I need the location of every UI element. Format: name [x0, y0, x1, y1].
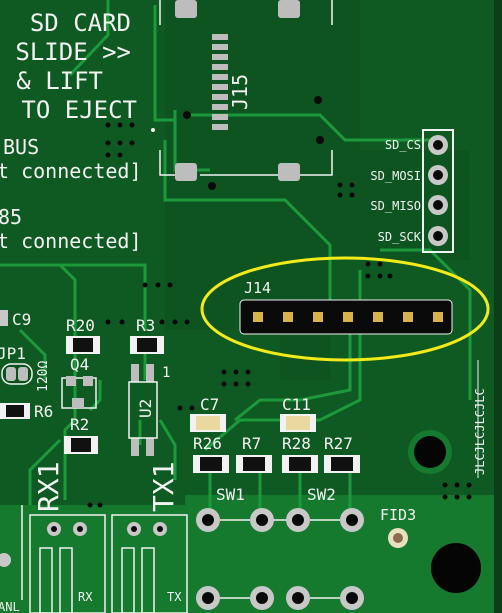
- r2-resistor: [64, 436, 98, 454]
- sd-notice-line-1: SD CARD: [30, 9, 131, 37]
- board-edge-right: [494, 0, 502, 613]
- r7-resistor: [236, 455, 272, 473]
- tx1-label: TX1: [147, 461, 180, 512]
- r27-resistor: [324, 455, 360, 473]
- c11-capacitor: [280, 414, 316, 432]
- bus2-label: 85: [0, 205, 22, 229]
- j15-label: J15: [228, 74, 252, 110]
- mounting-hole-lower: [420, 532, 492, 604]
- ohm-label: 120Ω: [36, 361, 51, 392]
- r20-resistor: [66, 336, 100, 354]
- jlc-order-label: JLCJLCJLCJLC: [473, 388, 487, 475]
- r26-label: R26: [193, 434, 222, 453]
- r7-label: R7: [242, 434, 261, 453]
- sd-sck-label: SD_SCK: [378, 230, 422, 244]
- rx1-label: RX1: [32, 461, 65, 512]
- sd-notice-line-3: & LIFT: [16, 67, 103, 95]
- anl-label: ANL: [0, 600, 20, 613]
- sd-notice-line-4: TO EJECT: [21, 96, 137, 124]
- bus1-label: BUS: [3, 135, 39, 159]
- r2-label: R2: [70, 415, 89, 434]
- c9-pad: [0, 310, 8, 326]
- r3-resistor: [130, 336, 164, 354]
- r3-label: R3: [136, 316, 155, 335]
- mounting-hole-upper: [408, 430, 452, 474]
- sw1-label: SW1: [216, 485, 245, 504]
- sd-mosi-label: SD_MOSI: [370, 169, 421, 183]
- bus2-status: t connected]: [0, 229, 142, 253]
- r28-label: R28: [282, 434, 311, 453]
- j14-header: [239, 299, 453, 335]
- r28-resistor: [282, 455, 318, 473]
- r26-resistor: [193, 455, 229, 473]
- r6-resistor: [0, 403, 30, 419]
- tx-label: TX: [167, 590, 182, 604]
- pin1-dot: [151, 128, 155, 132]
- q4-label: Q4: [70, 355, 89, 374]
- u2-label: U2: [136, 399, 155, 418]
- fid3-label: FID3: [380, 506, 416, 524]
- jp1-pad: [6, 367, 16, 381]
- u2-pin1-label: 1: [162, 365, 170, 381]
- jp1-pad-2: [18, 367, 28, 381]
- jp1-label: JP1: [0, 344, 26, 363]
- r6-label: R6: [34, 402, 53, 421]
- sd-cs-label: SD_CS: [385, 138, 421, 152]
- r20-label: R20: [66, 316, 95, 335]
- pcb-board: SD CARD SLIDE >> & LIFT TO EJECT BUS t c…: [0, 0, 502, 613]
- c7-label: C7: [200, 395, 219, 414]
- c11-label: C11: [282, 395, 311, 414]
- r27-label: R27: [324, 434, 353, 453]
- c9-label: C9: [12, 310, 31, 329]
- sw2-label: SW2: [307, 485, 336, 504]
- c7-capacitor: [190, 414, 226, 432]
- fiducial-fid3: [388, 528, 408, 548]
- j14-label: J14: [244, 279, 271, 297]
- sd-miso-label: SD_MISO: [370, 199, 421, 213]
- bus1-status: t connected]: [0, 159, 142, 183]
- sd-notice-line-2: SLIDE >>: [15, 38, 131, 66]
- rx-label: RX: [78, 590, 93, 604]
